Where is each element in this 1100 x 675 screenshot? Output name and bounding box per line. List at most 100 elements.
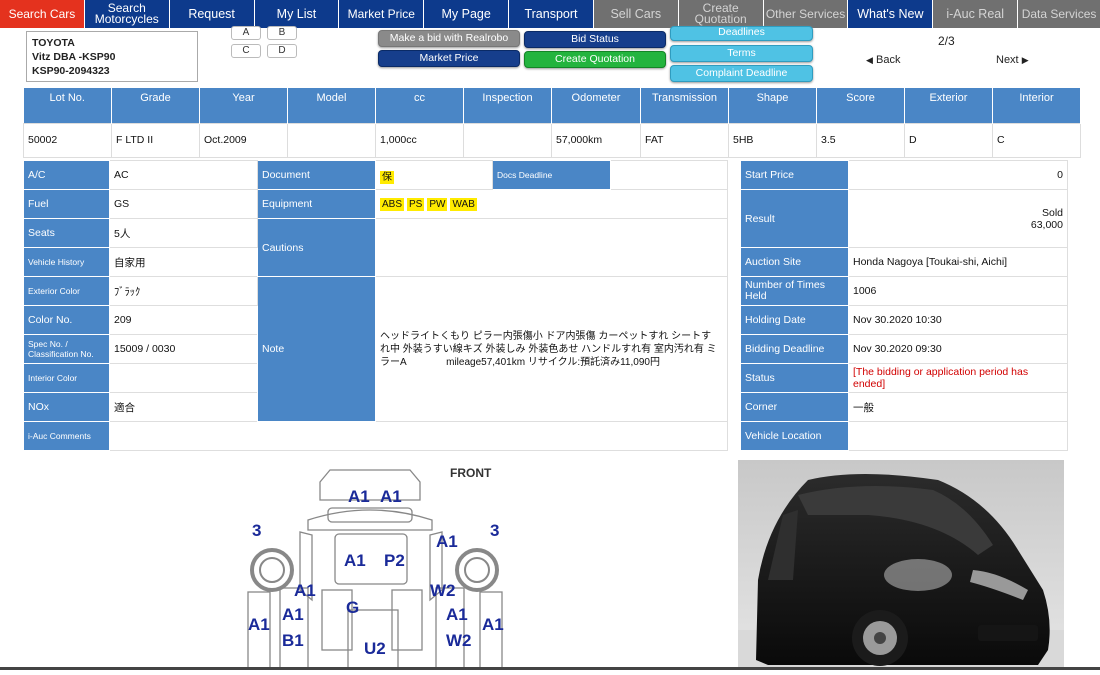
- letter-a-button[interactable]: A: [231, 26, 261, 40]
- times-held-label: Number of Times Held: [740, 276, 849, 306]
- lot-header: Interior: [992, 88, 1081, 123]
- start-price-label: Start Price: [740, 160, 849, 190]
- lot-cell: 5HB: [728, 122, 817, 158]
- vehicle-summary: TOYOTA Vitz DBA -KSP90 KSP90-2094323: [26, 31, 198, 82]
- lot-cell: 1,000cc: [375, 122, 464, 158]
- lot-header: Inspection: [463, 88, 552, 123]
- lot-header: Transmission: [640, 88, 729, 123]
- lot-header: Lot No.: [23, 88, 112, 123]
- nav-iauc-real[interactable]: i-Auc Real: [933, 0, 1019, 28]
- nav-sell-cars[interactable]: Sell Cars: [593, 0, 679, 28]
- lot-header: Odometer: [551, 88, 641, 123]
- next-label: Next: [996, 54, 1019, 66]
- nav-market-price[interactable]: Market Price: [339, 0, 425, 28]
- letter-b-button[interactable]: B: [267, 26, 297, 40]
- map-mark: A1: [436, 532, 458, 551]
- lot-cell: 57,000km: [551, 122, 641, 158]
- status-value: [The bidding or application period has e…: [848, 363, 1068, 393]
- complaint-deadline-button[interactable]: Complaint Deadline: [670, 65, 813, 82]
- ac-label: A/C: [23, 160, 110, 190]
- nav-other-services[interactable]: Other Services: [763, 0, 849, 28]
- nav-my-page[interactable]: My Page: [424, 0, 510, 28]
- bidding-deadline-value: Nov 30.2020 09:30: [848, 334, 1068, 364]
- terms-button[interactable]: Terms: [670, 45, 813, 62]
- lot-cell: 3.5: [816, 122, 905, 158]
- nav-create-quotation[interactable]: Create Quotation: [678, 0, 764, 28]
- nav-search-motorcycles[interactable]: Search Motorcycles: [84, 0, 170, 28]
- bid-status-button[interactable]: Bid Status: [524, 31, 666, 48]
- inspection-map-diagram: FRONT A1 A1 3 A1 P2 3 A1 W2 A1 G A1 A1 B…: [247, 466, 504, 671]
- map-mark: U2: [364, 639, 386, 658]
- page-position: 2/3: [938, 34, 955, 48]
- main-navigation: Search Cars Search Motorcycles Request M…: [0, 0, 1100, 28]
- vehicle-location-label: Vehicle Location: [740, 421, 849, 451]
- lot-cell: [463, 122, 552, 158]
- front-label: FRONT: [450, 466, 492, 480]
- lot-header: Exterior: [904, 88, 993, 123]
- document-label: Document: [257, 160, 376, 190]
- car-photo-image: [738, 460, 1064, 670]
- fuel-value: GS: [109, 189, 258, 219]
- nav-data-services[interactable]: Data Services: [1018, 0, 1100, 28]
- letter-c-button[interactable]: C: [231, 44, 261, 58]
- triangle-left-icon: ◀: [866, 55, 873, 65]
- inspection-map[interactable]: FRONT A1 A1 3 A1 P2 3 A1 W2 A1 G A1 A1 B…: [240, 460, 510, 671]
- interior-color-value: [109, 363, 258, 393]
- times-held-value: 1006: [848, 276, 1068, 306]
- color-no-value: 209: [109, 305, 258, 335]
- lot-header-row: Lot No. Grade Year Model cc Inspection O…: [23, 88, 1081, 123]
- nav-whats-new[interactable]: What's New: [848, 0, 934, 28]
- lot-header: Shape: [728, 88, 817, 123]
- map-mark: A1: [380, 487, 402, 506]
- letter-d-button[interactable]: D: [267, 44, 297, 58]
- vehicle-photo[interactable]: [738, 460, 1064, 670]
- document-badge: 保: [380, 170, 394, 184]
- auction-info-table: Start Price 0 Result Sold 63,000 Auction…: [740, 160, 1068, 451]
- nav-request[interactable]: Request: [169, 0, 255, 28]
- market-price-button[interactable]: Market Price: [378, 50, 520, 67]
- lot-data-row: 50002 F LTD II Oct.2009 1,000cc 57,000km…: [23, 122, 1081, 158]
- map-mark: 3: [252, 521, 261, 540]
- lot-cell: FAT: [640, 122, 729, 158]
- status-label: Status: [740, 363, 849, 393]
- bid-realrobo-button[interactable]: Make a bid with Realrobo: [378, 30, 520, 47]
- lot-cell: 50002: [23, 122, 112, 158]
- iauc-comments-value: [109, 421, 728, 451]
- lot-header: Score: [816, 88, 905, 123]
- lot-header: Year: [199, 88, 288, 123]
- back-button[interactable]: ◀ Back: [866, 54, 900, 66]
- nav-transport[interactable]: Transport: [509, 0, 594, 28]
- document-value: 保: [375, 160, 493, 190]
- vehicle-chassis: KSP90-2094323: [32, 65, 110, 77]
- map-mark: W2: [430, 581, 456, 600]
- map-mark: A1: [482, 615, 504, 634]
- vehicle-history-value: 自家用: [109, 247, 258, 277]
- iauc-comments-label: i-Auc Comments: [23, 421, 110, 451]
- create-quotation-button[interactable]: Create Quotation: [524, 51, 666, 68]
- lot-cell: D: [904, 122, 993, 158]
- lot-cell: Oct.2009: [199, 122, 288, 158]
- next-button[interactable]: Next ▶: [996, 54, 1029, 66]
- seats-value: 5人: [109, 218, 258, 248]
- note-value: ヘッドライトくもり ピラー内張傷小 ドア内張傷 カーペットすれ シートすれ中 外…: [375, 276, 728, 422]
- back-label: Back: [875, 54, 901, 66]
- lot-header: cc: [375, 88, 464, 123]
- equipment-badge: PS: [407, 198, 425, 211]
- map-mark: A1: [348, 487, 370, 506]
- color-no-label: Color No.: [23, 305, 110, 335]
- lot-cell: C: [992, 122, 1081, 158]
- nox-label: NOx: [23, 392, 110, 422]
- nox-value: 適合: [109, 392, 258, 422]
- start-price-value: 0: [848, 160, 1068, 190]
- auction-site-value: Honda Nagoya [Toukai-shi, Aichi]: [848, 247, 1068, 277]
- exterior-color-label: Exterior Color: [23, 276, 110, 306]
- interior-color-label: Interior Color: [23, 363, 110, 393]
- lot-cell: F LTD II: [111, 122, 200, 158]
- nav-my-list[interactable]: My List: [254, 0, 340, 28]
- vehicle-make: TOYOTA: [32, 37, 75, 49]
- deadlines-button[interactable]: Deadlines: [670, 26, 813, 41]
- vehicle-model: Vitz DBA -KSP90: [32, 51, 116, 63]
- docs-deadline-label: Docs Deadline: [492, 160, 611, 190]
- result-value: Sold 63,000: [848, 189, 1068, 248]
- nav-search-cars[interactable]: Search Cars: [0, 0, 85, 28]
